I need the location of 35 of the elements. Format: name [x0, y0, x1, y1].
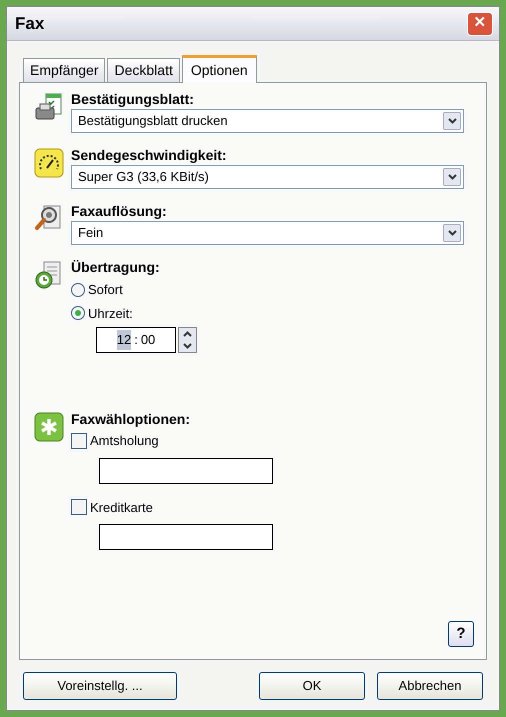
section-label: Faxauflösung:: [71, 203, 168, 220]
section-label: Übertragung:: [71, 259, 161, 276]
caret-icon: [448, 174, 456, 180]
input-field[interactable]: [99, 458, 273, 484]
section-label: Sendegeschwindigkeit:: [71, 147, 228, 164]
dialog-button[interactable]: OK: [259, 672, 365, 700]
preset-button[interactable]: Voreinstellg. ...: [23, 672, 177, 700]
gauge-icon: [34, 148, 64, 178]
window-title: Fax: [15, 12, 44, 35]
dropdown[interactable]: Bestätigungsblatt drucken: [71, 109, 464, 133]
time-field[interactable]: 12 : 00: [96, 327, 176, 353]
asterisk-icon: [34, 412, 64, 442]
tab[interactable]: Optionen: [182, 55, 257, 83]
radio-button[interactable]: [71, 306, 85, 320]
help-button[interactable]: ?: [448, 621, 474, 647]
dropdown[interactable]: Fein: [71, 221, 464, 245]
tab[interactable]: Empfänger: [23, 58, 106, 82]
section-label: Bestätigungsblatt:: [71, 91, 195, 108]
checkbox[interactable]: [71, 432, 87, 449]
section-label: Faxwähloptionen:: [71, 411, 191, 428]
input-field[interactable]: [99, 524, 273, 550]
spin-buttons[interactable]: [178, 327, 197, 353]
radio-button[interactable]: [71, 282, 85, 297]
close-button[interactable]: ✕: [467, 12, 493, 36]
tab[interactable]: Deckblatt: [107, 58, 180, 82]
dropdown[interactable]: Super G3 (33,6 KBit/s): [71, 165, 464, 189]
dialog-button[interactable]: Abbrechen: [377, 672, 483, 700]
radio-option[interactable]: Sofort: [71, 280, 464, 300]
checkbox[interactable]: [71, 499, 87, 516]
caret-icon: [448, 118, 456, 124]
checkbox-option[interactable]: Kreditkarte: [71, 498, 464, 517]
checkbox-option[interactable]: Amtsholung: [71, 431, 464, 450]
radio-option[interactable]: Uhrzeit:: [71, 304, 464, 323]
printer-checklist-icon: [34, 92, 64, 122]
caret-icon: [448, 230, 456, 236]
